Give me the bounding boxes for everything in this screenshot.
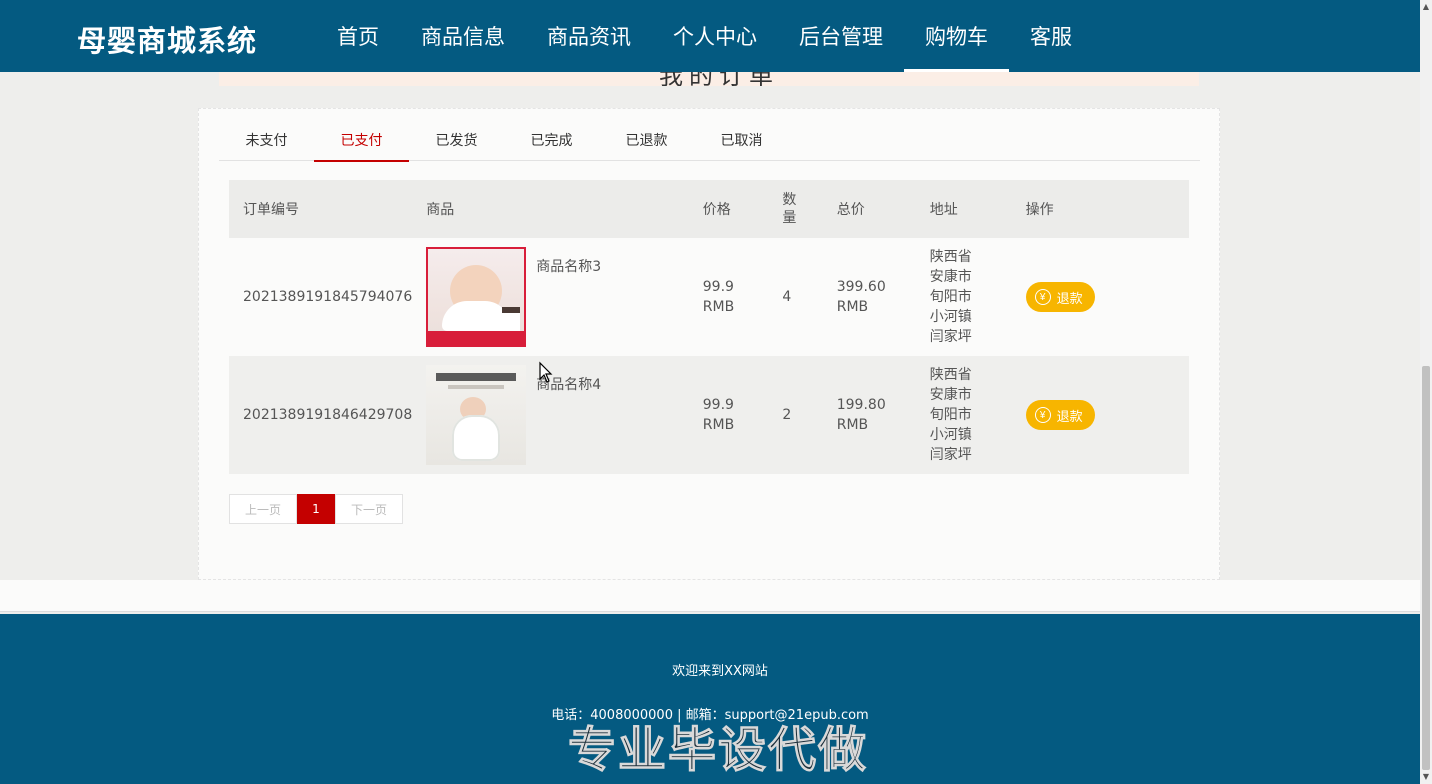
nav-user-center[interactable]: 个人中心: [652, 0, 778, 72]
quantity: 2: [782, 407, 792, 423]
tab-paid[interactable]: 已支付: [314, 119, 409, 162]
nav-products[interactable]: 商品信息: [400, 0, 526, 72]
next-page-button[interactable]: 下一页: [335, 494, 403, 524]
col-price: 价格: [702, 202, 731, 218]
table-row: 2021389191845794076 商品名称3 99.9 RMB 4 399…: [229, 238, 1189, 356]
scroll-thumb[interactable]: [1422, 366, 1430, 770]
watermark-text: 专业毕设代做: [567, 722, 868, 779]
nav-cart[interactable]: 购物车: [904, 0, 1009, 72]
page-title: 我的订单: [659, 72, 779, 86]
nav-admin[interactable]: 后台管理: [778, 0, 904, 72]
orders-panel: 未支付 已支付 已发货 已完成 已退款 已取消 订单编号 商品 价格 数 量 总…: [198, 108, 1220, 580]
order-no: 2021389191846429708: [243, 407, 413, 423]
col-qty: 数 量: [782, 192, 797, 226]
order-status-tabs: 未支付 已支付 已发货 已完成 已退款 已取消: [219, 119, 1200, 162]
total-price: 199.80 RMB: [836, 397, 886, 433]
product-image[interactable]: [426, 365, 527, 465]
tab-unpaid[interactable]: 未支付: [219, 119, 314, 161]
refund-button[interactable]: ¥ 退款: [1025, 400, 1095, 430]
prev-page-button[interactable]: 上一页: [229, 494, 297, 524]
table-row: 2021389191846429708 商品名称4 99.9 RMB 2 199…: [229, 356, 1189, 474]
product-cell: 商品名称3: [412, 238, 689, 356]
yen-icon: ¥: [1034, 289, 1051, 305]
tab-completed[interactable]: 已完成: [504, 119, 599, 161]
refund-label: 退款: [1056, 408, 1083, 424]
col-order-no: 订单编号: [243, 202, 299, 218]
table-header-row: 订单编号 商品 价格 数 量 总价 地址 操作: [229, 180, 1189, 238]
nav-news[interactable]: 商品资讯: [526, 0, 652, 72]
site-logo[interactable]: 母婴商城系统: [77, 18, 257, 60]
nav-home[interactable]: 首页: [316, 0, 400, 72]
orders-table: 订单编号 商品 价格 数 量 总价 地址 操作 2021389191845794…: [229, 180, 1189, 474]
address: 陕西省安康市旬阳市小河镇闫家坪: [929, 249, 972, 345]
col-product: 商品: [426, 202, 455, 218]
quantity: 4: [782, 289, 792, 305]
pagination: 上一页 1 下一页: [229, 494, 403, 524]
tab-shipped[interactable]: 已发货: [409, 119, 504, 161]
action-cell: ¥ 退款: [1012, 238, 1189, 356]
content-bottom-strip: [0, 580, 1420, 612]
address: 陕西省安康市旬阳市小河镇闫家坪: [929, 367, 972, 463]
total-price: 399.60 RMB: [836, 279, 886, 315]
col-address: 地址: [929, 202, 958, 218]
col-total: 总价: [836, 202, 865, 218]
yen-icon: ¥: [1034, 407, 1051, 423]
scroll-down-arrow-icon[interactable]: ▼: [1420, 770, 1432, 784]
refund-label: 退款: [1056, 290, 1083, 306]
price: 99.9 RMB: [702, 397, 735, 433]
order-no: 2021389191845794076: [243, 289, 413, 305]
product-image[interactable]: [426, 247, 527, 347]
product-name[interactable]: 商品名称3: [536, 257, 601, 277]
action-cell: ¥ 退款: [1012, 356, 1189, 474]
mouse-cursor-icon: [539, 361, 553, 383]
vertical-scrollbar[interactable]: ▲ ▼: [1420, 0, 1432, 784]
tab-refunded[interactable]: 已退款: [599, 119, 694, 161]
col-action: 操作: [1025, 202, 1054, 218]
scroll-up-arrow-icon[interactable]: ▲: [1420, 0, 1432, 14]
refund-button[interactable]: ¥ 退款: [1025, 282, 1095, 312]
page-1-button[interactable]: 1: [297, 494, 335, 524]
page-title-banner: 我的订单: [219, 72, 1199, 86]
price: 99.9 RMB: [702, 279, 735, 315]
nav-customer-service[interactable]: 客服: [1009, 0, 1093, 72]
main-nav: 首页 商品信息 商品资讯 个人中心 后台管理 购物车 客服: [316, 0, 1093, 72]
site-footer: 欢迎来到XX网站 电话：4008000000 | 邮箱：support@21ep…: [0, 614, 1420, 784]
footer-welcome: 欢迎来到XX网站: [672, 664, 768, 679]
top-header: 母婴商城系统 首页 商品信息 商品资讯 个人中心 后台管理 购物车 客服: [0, 0, 1420, 72]
tab-cancelled[interactable]: 已取消: [694, 119, 789, 161]
